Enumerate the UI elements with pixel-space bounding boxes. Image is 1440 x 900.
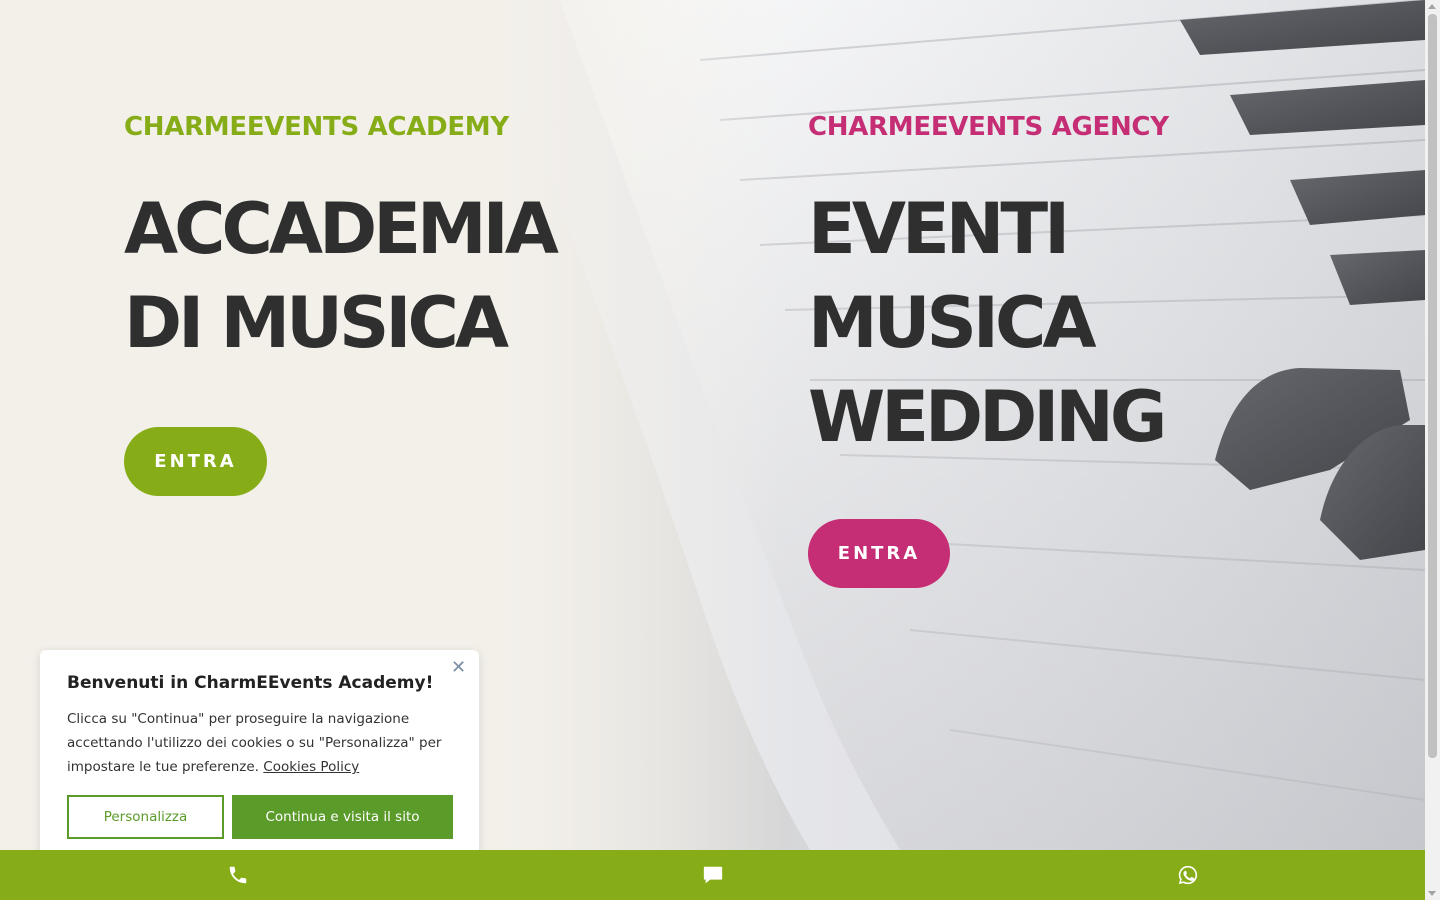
cookie-message: Clicca su "Continua" per proseguire la n… bbox=[67, 711, 442, 775]
cookie-title: Benvenuti in CharmEEvents Academy! bbox=[67, 673, 434, 693]
continue-button[interactable]: Continua e visita il sito bbox=[232, 795, 453, 839]
scroll-down-icon[interactable] bbox=[1428, 891, 1436, 896]
academy-section: CHARMEEVENTS ACADEMY ACCADEMIA DI MUSICA bbox=[124, 110, 559, 370]
academy-eyebrow: CHARMEEVENTS ACADEMY bbox=[124, 112, 509, 142]
agency-headline: EVENTI MUSICA WEDDING bbox=[808, 182, 1169, 464]
phone-icon bbox=[229, 866, 246, 884]
agency-eyebrow: CHARMEEVENTS AGENCY bbox=[808, 112, 1169, 142]
academy-headline-line: ACCADEMIA bbox=[124, 188, 559, 270]
cookie-banner: ✕ Benvenuti in CharmEEvents Academy! Cli… bbox=[40, 650, 479, 859]
academy-enter-button[interactable]: ENTRA bbox=[124, 427, 267, 496]
whatsapp-icon bbox=[1178, 865, 1197, 885]
whatsapp-button[interactable] bbox=[950, 850, 1425, 900]
call-button[interactable] bbox=[0, 850, 475, 900]
scrollbar[interactable] bbox=[1425, 0, 1440, 900]
academy-headline: ACCADEMIA DI MUSICA bbox=[124, 182, 559, 370]
academy-headline-line: DI MUSICA bbox=[124, 282, 509, 364]
agency-headline-line: EVENTI bbox=[808, 188, 1070, 270]
agency-section: CHARMEEVENTS AGENCY EVENTI MUSICA WEDDIN… bbox=[808, 110, 1169, 464]
cookies-policy-link[interactable]: Cookies Policy bbox=[263, 759, 359, 775]
close-icon[interactable]: ✕ bbox=[451, 658, 466, 676]
agency-headline-line: WEDDING bbox=[808, 376, 1167, 458]
scroll-up-icon[interactable] bbox=[1428, 4, 1436, 9]
cookie-text: Clicca su "Continua" per proseguire la n… bbox=[67, 707, 457, 779]
chat-icon bbox=[703, 866, 722, 884]
bottom-contact-bar bbox=[0, 850, 1425, 900]
agency-headline-line: MUSICA bbox=[808, 282, 1097, 364]
customize-button[interactable]: Personalizza bbox=[67, 795, 224, 839]
scroll-thumb[interactable] bbox=[1428, 14, 1437, 758]
cookie-actions: Personalizza Continua e visita il sito bbox=[67, 795, 453, 839]
agency-enter-button[interactable]: ENTRA bbox=[808, 519, 950, 588]
chat-button[interactable] bbox=[475, 850, 950, 900]
